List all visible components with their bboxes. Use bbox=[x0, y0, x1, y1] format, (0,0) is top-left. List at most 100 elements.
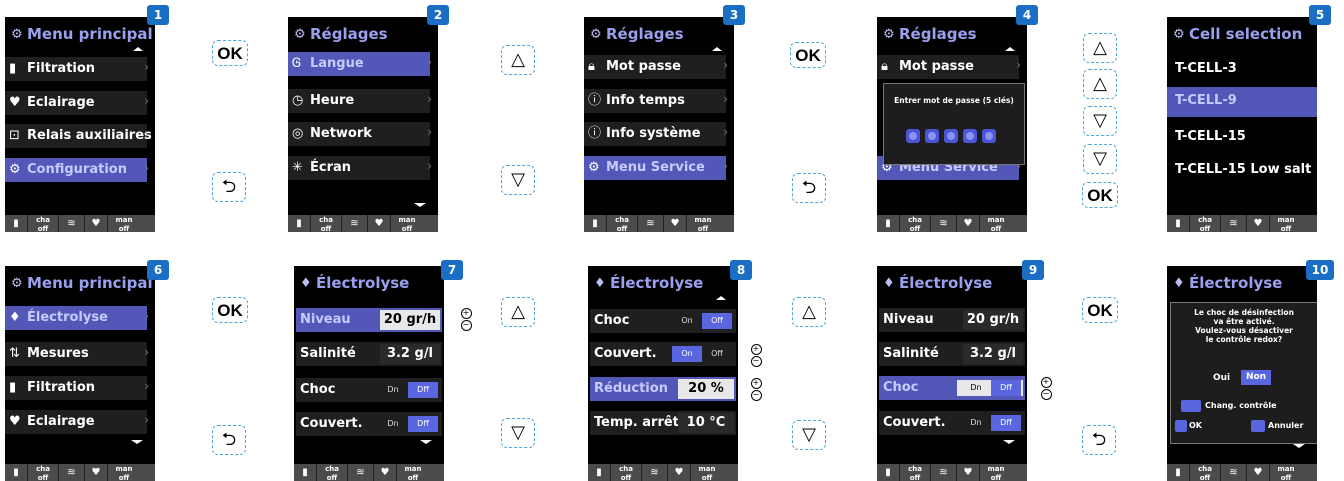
plus-minus-indicator: + − bbox=[750, 378, 762, 402]
menu-item-filtration[interactable]: ▮ Filtration › bbox=[5, 57, 149, 81]
bulb-status-icon: ♥ bbox=[957, 215, 980, 232]
down-button[interactable]: ▽ bbox=[792, 420, 826, 450]
settings-gear-icon: ⚙ bbox=[294, 27, 306, 42]
password-key-slots[interactable] bbox=[898, 129, 998, 145]
down-button[interactable]: ▽ bbox=[501, 418, 535, 448]
down-button[interactable]: ▽ bbox=[1083, 106, 1117, 136]
menu-item-relais-auxiliaires[interactable]: ⊡ Relais auxiliaires › bbox=[5, 124, 152, 148]
setting-choc[interactable]: Choc On Off bbox=[590, 309, 736, 333]
menu-item-electrolyse[interactable]: ♦ Électrolyse › bbox=[5, 306, 149, 330]
cell-option-tcell-15-low-salt[interactable]: T-CELL-15 Low salt bbox=[1175, 162, 1311, 177]
annuler-label[interactable]: Annuler bbox=[1268, 421, 1303, 430]
arrow-down-icon: ▽ bbox=[1093, 148, 1107, 169]
screen-title: Menu principal bbox=[27, 25, 153, 43]
couvert-toggle[interactable]: Dn Dff bbox=[957, 415, 1023, 431]
setting-salinite[interactable]: Salinité 3.2 g/l bbox=[296, 342, 442, 366]
plus-minus-indicator: + − bbox=[460, 308, 472, 332]
chevron-right-icon: › bbox=[723, 92, 728, 106]
cha-status: cha off bbox=[1190, 215, 1221, 232]
couvert-toggle[interactable]: Dn Dff bbox=[374, 416, 440, 432]
cha-status: cha off bbox=[28, 464, 59, 481]
setting-reduction[interactable]: Réduction 20 % bbox=[590, 377, 736, 401]
status-footer: ▮ cha off ≋ ♥ man off bbox=[584, 215, 734, 232]
arrow-up-icon: △ bbox=[1093, 37, 1107, 58]
menu-item-mot-passe[interactable]: 🔒︎ Mot passe › bbox=[877, 55, 1021, 79]
ok-button[interactable]: OK bbox=[1082, 297, 1118, 323]
setting-niveau[interactable]: Niveau 20 gr/h bbox=[296, 308, 442, 332]
cell-option-tcell-3[interactable]: T-CELL-3 bbox=[1175, 61, 1237, 76]
back-button[interactable]: ⮌ bbox=[212, 425, 246, 455]
back-button[interactable]: ⮌ bbox=[1082, 425, 1116, 455]
up-button[interactable]: △ bbox=[1083, 33, 1117, 63]
settings-gear-icon: ⚙ bbox=[9, 162, 21, 177]
man-status: man off bbox=[404, 465, 422, 481]
chevron-right-icon: › bbox=[427, 159, 432, 173]
choc-toggle[interactable]: On Off bbox=[668, 313, 734, 329]
cell-option-tcell-15[interactable]: T-CELL-15 bbox=[1175, 129, 1246, 144]
minus-icon: − bbox=[460, 320, 472, 331]
status-footer: ▮ cha off ≋ ♥ man off bbox=[877, 215, 1027, 232]
oui-button[interactable]: Oui bbox=[1213, 373, 1230, 383]
non-button[interactable]: Non bbox=[1241, 370, 1271, 385]
menu-item-info-temps[interactable]: ⓘ Info temps › bbox=[584, 89, 728, 113]
cha-status: cha off bbox=[900, 215, 931, 232]
back-button[interactable]: ⮌ bbox=[212, 172, 246, 202]
reduction-value[interactable]: 20 % bbox=[678, 379, 734, 399]
setting-couvert[interactable]: Couvert. Dn Dff bbox=[879, 411, 1025, 435]
setting-couvert[interactable]: Couvert. On Off bbox=[590, 342, 736, 366]
settings-gear-icon: ⚙ bbox=[588, 160, 600, 175]
menu-item-menu-service[interactable]: ⚙ Menu Service › bbox=[584, 156, 728, 180]
ok-label[interactable]: OK bbox=[1189, 421, 1202, 430]
menu-item-ecran[interactable]: ✳ Écran › bbox=[288, 156, 432, 180]
menu-item-eclairage[interactable]: ♥ Eclairage › bbox=[5, 91, 149, 115]
couvert-toggle[interactable]: On Off bbox=[668, 346, 734, 362]
ok-button[interactable]: OK bbox=[212, 40, 248, 66]
down-button[interactable]: ▽ bbox=[1083, 144, 1117, 174]
down-button[interactable]: ▽ bbox=[501, 165, 535, 195]
ok-button[interactable]: OK bbox=[1082, 182, 1118, 208]
ok-button[interactable]: OK bbox=[212, 297, 248, 323]
scroll-down-indicator bbox=[1003, 440, 1015, 444]
back-button[interactable]: ⮌ bbox=[792, 173, 826, 203]
filter-status-icon: ▮ bbox=[877, 464, 900, 481]
menu-item-heure[interactable]: ◷ Heure › bbox=[288, 89, 432, 113]
dialog-line: le contrôle redox? bbox=[1205, 335, 1283, 344]
filter-status-icon: ▮ bbox=[5, 464, 28, 481]
menu-item-mesures[interactable]: ⇅ Mesures › bbox=[5, 342, 149, 366]
cell-option-tcell-9[interactable]: T-CELL-9 bbox=[1167, 87, 1317, 117]
menu-item-langue[interactable]: Ꮆ Langue › bbox=[288, 52, 432, 76]
setting-salinite[interactable]: Salinité 3.2 g/l bbox=[879, 342, 1025, 366]
cha-status: cha off bbox=[28, 215, 59, 232]
screen-2-reglages: ⚙ Réglages Ꮆ Langue › ◷ Heure › ◎ Network › ✳ É… bbox=[288, 17, 438, 232]
lock-icon: 🔒︎ bbox=[881, 59, 888, 74]
chevron-right-icon: › bbox=[144, 309, 149, 323]
screen-header: ⚙ Réglages bbox=[288, 17, 438, 53]
menu-item-info-systeme[interactable]: ⓘ Info système › bbox=[584, 122, 728, 146]
niveau-value[interactable]: 20 gr/h bbox=[380, 310, 440, 330]
setting-choc[interactable]: Choc Dn Dff bbox=[296, 378, 442, 402]
measures-icon: ⇅ bbox=[9, 346, 20, 361]
menu-item-filtration[interactable]: ▮ Filtration › bbox=[5, 376, 149, 400]
up-button[interactable]: △ bbox=[501, 297, 535, 327]
bulb-status-icon: ♥ bbox=[1247, 464, 1270, 481]
choc-toggle[interactable]: Dn Dff bbox=[374, 382, 440, 398]
electrolysis-icon: ♦ bbox=[594, 276, 606, 291]
up-button[interactable]: △ bbox=[792, 297, 826, 327]
menu-item-configuration[interactable]: ⚙ Configuration › bbox=[5, 158, 149, 182]
choc-toggle[interactable]: Dn Dff bbox=[957, 380, 1023, 396]
bulb-icon: ♥ bbox=[9, 414, 21, 429]
arrow-up-icon: △ bbox=[802, 301, 816, 322]
up-button[interactable]: △ bbox=[501, 45, 535, 75]
menu-item-eclairage[interactable]: ♥ Eclairage › bbox=[5, 410, 149, 434]
wifi-icon: ≋ bbox=[1221, 215, 1247, 232]
setting-couvert[interactable]: Couvert. Dn Dff bbox=[296, 412, 442, 436]
setting-temp-arret[interactable]: Temp. arrêt 10 °C bbox=[590, 411, 736, 435]
setting-choc[interactable]: Choc Dn Dff bbox=[879, 376, 1025, 400]
setting-niveau[interactable]: Niveau 20 gr/h bbox=[879, 308, 1025, 332]
ok-button[interactable]: OK bbox=[790, 42, 826, 68]
up-button[interactable]: △ bbox=[1083, 69, 1117, 99]
plus-icon: + bbox=[460, 308, 472, 319]
chevron-right-icon: › bbox=[144, 127, 149, 141]
menu-item-mot-passe[interactable]: 🔒︎ Mot passe › bbox=[584, 55, 728, 79]
menu-item-network[interactable]: ◎ Network › bbox=[288, 122, 432, 146]
